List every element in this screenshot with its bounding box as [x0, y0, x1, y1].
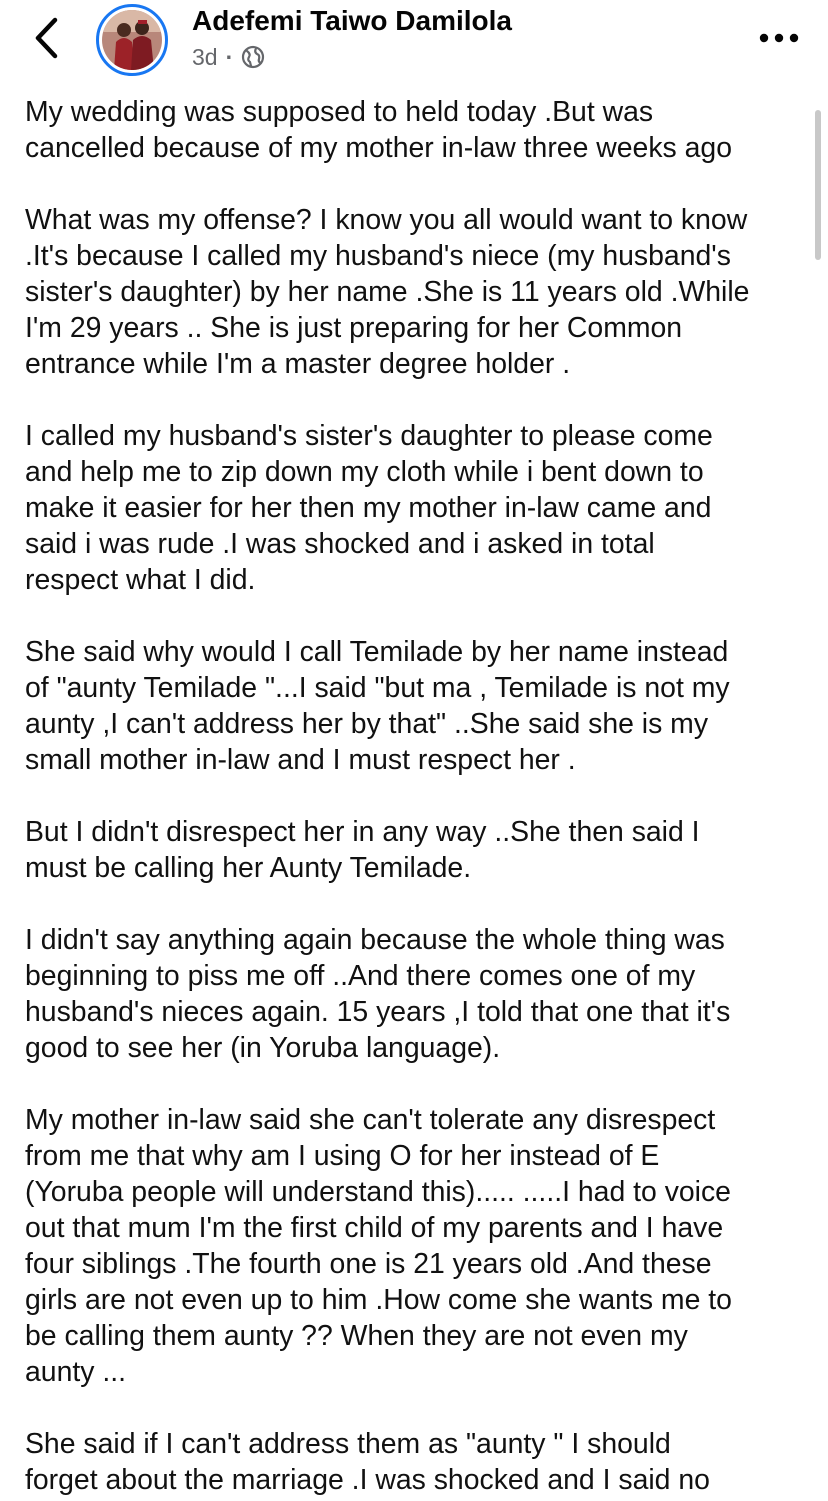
post-text: My wedding was supposed to held today .B… — [25, 94, 815, 1501]
back-button[interactable] — [26, 14, 66, 62]
avatar-photo — [102, 10, 162, 70]
more-horizontal-icon — [759, 33, 799, 43]
scrollbar[interactable] — [815, 110, 821, 260]
post-paragraph: What was my offense? I know you all woul… — [25, 204, 750, 380]
avatar[interactable] — [96, 4, 168, 76]
globe-icon — [241, 45, 265, 69]
post-meta: 3d · — [192, 42, 265, 72]
meta-separator: · — [225, 43, 234, 70]
post-paragraph: I didn't say anything again because the … — [25, 924, 731, 1064]
post-paragraph: But I didn't disrespect her in any way .… — [25, 816, 700, 884]
post-paragraph: I called my husband's sister's daughter … — [25, 420, 713, 596]
post-paragraph: My mother in-law said she can't tolerate… — [25, 1104, 732, 1388]
more-options-button[interactable] — [752, 18, 806, 58]
post-paragraph: She said why would I call Temilade by he… — [25, 636, 730, 776]
post-paragraph: My wedding was supposed to held today .B… — [25, 96, 732, 164]
post-time[interactable]: 3d — [192, 44, 218, 71]
post-header: Adefemi Taiwo Damilola 3d · — [0, 0, 828, 84]
author-name[interactable]: Adefemi Taiwo Damilola — [192, 4, 512, 38]
chevron-left-icon — [35, 17, 58, 59]
post-paragraph: She said if I can't address them as "aun… — [25, 1428, 710, 1496]
